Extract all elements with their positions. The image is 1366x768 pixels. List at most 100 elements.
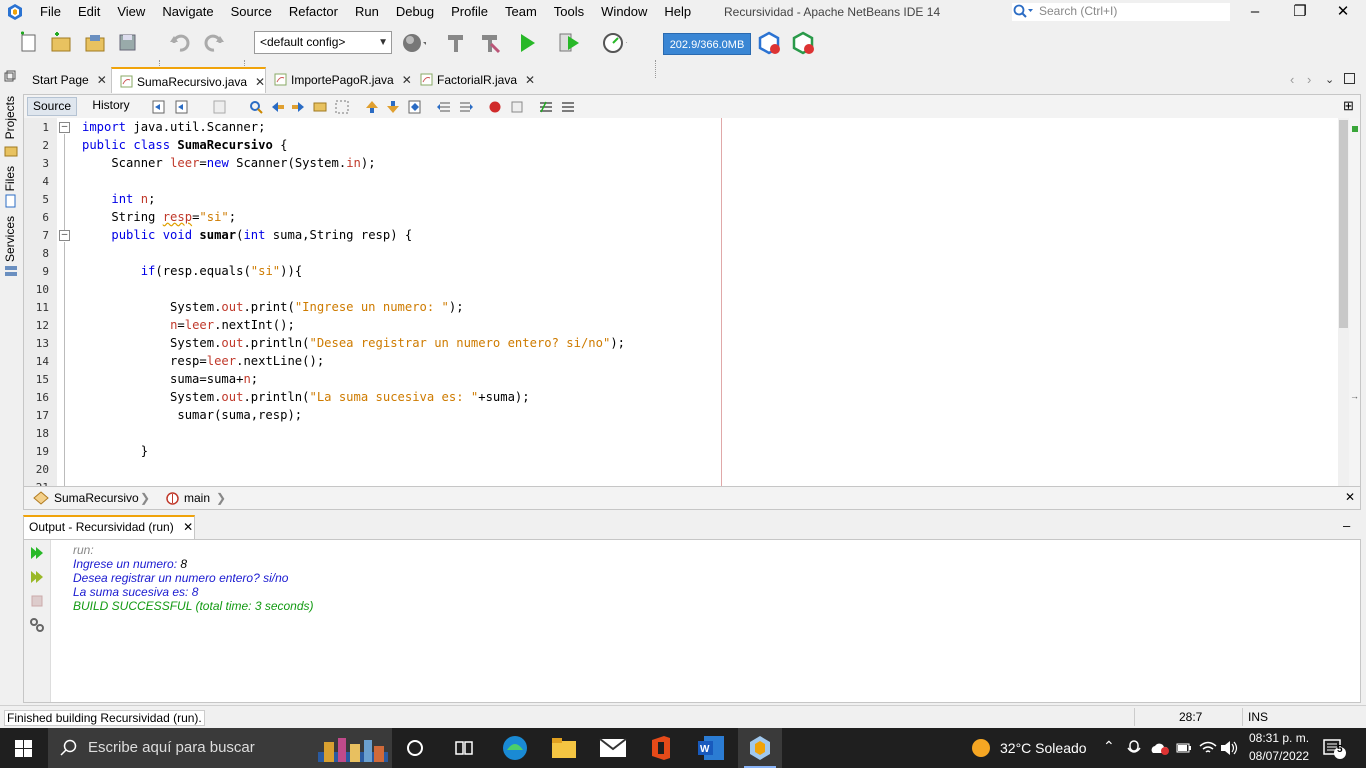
memory-usage-bar[interactable]: 202.9/366.0MB bbox=[663, 33, 751, 55]
word-icon[interactable]: W bbox=[697, 735, 725, 761]
toggle-highlight-icon[interactable] bbox=[312, 99, 328, 115]
maximize-editor-icon[interactable] bbox=[1344, 73, 1355, 84]
editor-vertical-scrollbar[interactable] bbox=[1338, 118, 1349, 486]
tab-suma-recursivo[interactable]: SumaRecursivo.java ✕ bbox=[111, 67, 266, 93]
tab-services[interactable]: Services bbox=[3, 216, 17, 262]
menu-run[interactable]: Run bbox=[355, 0, 379, 24]
scrollbar-thumb[interactable] bbox=[1339, 120, 1348, 328]
close-breadcrumb-icon[interactable]: ✕ bbox=[1345, 490, 1355, 504]
find-next-icon[interactable] bbox=[290, 99, 306, 115]
stop-icon[interactable] bbox=[29, 593, 45, 609]
uncomment-icon[interactable] bbox=[560, 99, 576, 115]
battery-icon[interactable] bbox=[1176, 742, 1192, 754]
menu-tools[interactable]: Tools bbox=[554, 0, 584, 24]
undo-icon[interactable] bbox=[167, 30, 193, 56]
open-project-icon[interactable] bbox=[82, 30, 108, 56]
quick-search-input[interactable]: Search (Ctrl+I) bbox=[1012, 3, 1230, 21]
redo-icon[interactable] bbox=[201, 30, 227, 56]
settings-icon[interactable] bbox=[29, 617, 45, 633]
profile-project-icon[interactable] bbox=[601, 30, 627, 56]
onedrive-icon[interactable] bbox=[1150, 741, 1170, 755]
rerun-icon[interactable] bbox=[29, 545, 45, 561]
breadcrumb-method[interactable]: main bbox=[184, 491, 210, 505]
close-icon[interactable]: ✕ bbox=[183, 520, 193, 534]
tab-files[interactable]: Files bbox=[3, 166, 17, 191]
menu-edit[interactable]: Edit bbox=[78, 0, 100, 24]
menu-refactor[interactable]: Refactor bbox=[289, 0, 338, 24]
back-icon[interactable] bbox=[174, 99, 190, 115]
clock-time[interactable]: 08:31 p. m. bbox=[1249, 731, 1309, 745]
find-previous-icon[interactable] bbox=[270, 99, 286, 115]
toggle-rect-selection-icon[interactable] bbox=[334, 99, 350, 115]
toggle-bookmark-icon[interactable] bbox=[407, 99, 423, 115]
file-explorer-icon[interactable] bbox=[551, 736, 577, 760]
taskbar-search-box[interactable]: Escribe aquí para buscar bbox=[48, 728, 392, 768]
menu-team[interactable]: Team bbox=[505, 0, 537, 24]
save-all-icon[interactable] bbox=[115, 30, 141, 56]
stop-macro-icon[interactable] bbox=[509, 99, 525, 115]
menu-navigate[interactable]: Navigate bbox=[162, 0, 213, 24]
chevron-up-icon[interactable]: ⌃ bbox=[1103, 738, 1115, 755]
close-icon[interactable]: ✕ bbox=[97, 73, 107, 87]
menu-profile[interactable]: Profile bbox=[451, 0, 488, 24]
volume-icon[interactable] bbox=[1220, 740, 1238, 756]
restore-button[interactable]: ❐ bbox=[1277, 0, 1323, 24]
weather-text[interactable]: 32°C Soleado bbox=[1000, 740, 1087, 756]
tab-projects[interactable]: Projects bbox=[3, 96, 17, 139]
build-hammer-icon[interactable] bbox=[443, 30, 469, 56]
minimize-button[interactable]: – bbox=[1232, 0, 1278, 24]
menu-window[interactable]: Window bbox=[601, 0, 647, 24]
minimize-panel-icon[interactable]: – bbox=[1343, 518, 1350, 533]
menu-debug[interactable]: Debug bbox=[396, 0, 434, 24]
scroll-tabs-left-icon[interactable]: ‹ bbox=[1290, 72, 1294, 87]
menu-view[interactable]: View bbox=[117, 0, 145, 24]
office-icon[interactable] bbox=[649, 735, 673, 761]
previous-bookmark-icon[interactable] bbox=[364, 99, 380, 115]
close-icon[interactable]: ✕ bbox=[402, 73, 412, 87]
menu-source[interactable]: Source bbox=[231, 0, 272, 24]
clock-date[interactable]: 08/07/2022 bbox=[1249, 749, 1309, 763]
menu-help[interactable]: Help bbox=[664, 0, 691, 24]
source-button[interactable]: Source bbox=[27, 97, 77, 116]
close-window-button[interactable]: ✕ bbox=[1320, 0, 1366, 24]
gc-netbeans-icon[interactable] bbox=[757, 30, 783, 56]
comment-icon[interactable] bbox=[538, 99, 554, 115]
debug-project-icon[interactable] bbox=[557, 30, 583, 56]
tab-importe-pago[interactable]: ImportePagoR.java ✕ bbox=[266, 67, 412, 93]
cortana-icon[interactable] bbox=[406, 739, 424, 757]
services-icon[interactable] bbox=[4, 264, 18, 278]
tab-start-page[interactable]: Start Page ✕ bbox=[24, 67, 116, 93]
tab-output[interactable]: Output - Recursividad (run) ✕ bbox=[23, 515, 195, 539]
meet-now-icon[interactable] bbox=[1127, 740, 1141, 756]
gc-netbeans-icon-2[interactable] bbox=[791, 30, 817, 56]
shift-right-icon[interactable] bbox=[458, 99, 474, 115]
last-edit-icon[interactable] bbox=[151, 99, 167, 115]
rerun-with-params-icon[interactable] bbox=[29, 569, 45, 585]
code-editor[interactable]: 1 2 3 4 5 6 7 8 9 10 11 12 13 14 15 16 1… bbox=[23, 118, 1361, 486]
new-file-icon[interactable] bbox=[16, 30, 42, 56]
split-editor-icon[interactable]: ⊞ bbox=[1343, 98, 1354, 114]
show-opened-documents-icon[interactable]: ⌄ bbox=[1325, 73, 1334, 86]
history-button[interactable]: History bbox=[86, 97, 136, 116]
wifi-icon[interactable] bbox=[1199, 740, 1217, 756]
start-macro-icon[interactable] bbox=[487, 99, 503, 115]
scroll-tabs-right-icon[interactable]: › bbox=[1307, 72, 1311, 87]
edge-browser-icon[interactable] bbox=[501, 734, 529, 762]
new-project-icon[interactable] bbox=[48, 30, 74, 56]
close-icon[interactable]: ✕ bbox=[255, 75, 265, 89]
fold-toggle-icon[interactable]: – bbox=[59, 122, 70, 133]
next-bookmark-icon[interactable] bbox=[385, 99, 401, 115]
shift-left-icon[interactable] bbox=[436, 99, 452, 115]
find-selection-icon[interactable] bbox=[248, 99, 264, 115]
forward-icon[interactable] bbox=[212, 99, 228, 115]
insert-mode[interactable]: INS bbox=[1248, 710, 1268, 724]
run-project-icon[interactable] bbox=[515, 30, 541, 56]
breadcrumb-class[interactable]: SumaRecursivo bbox=[54, 491, 139, 505]
clean-build-icon[interactable] bbox=[477, 30, 503, 56]
menu-file[interactable]: File bbox=[40, 0, 61, 24]
close-icon[interactable]: ✕ bbox=[525, 73, 535, 87]
task-view-icon[interactable] bbox=[454, 739, 474, 757]
mail-icon[interactable] bbox=[599, 737, 627, 759]
windows-start-icon[interactable] bbox=[15, 740, 32, 757]
files-icon[interactable] bbox=[4, 194, 18, 208]
